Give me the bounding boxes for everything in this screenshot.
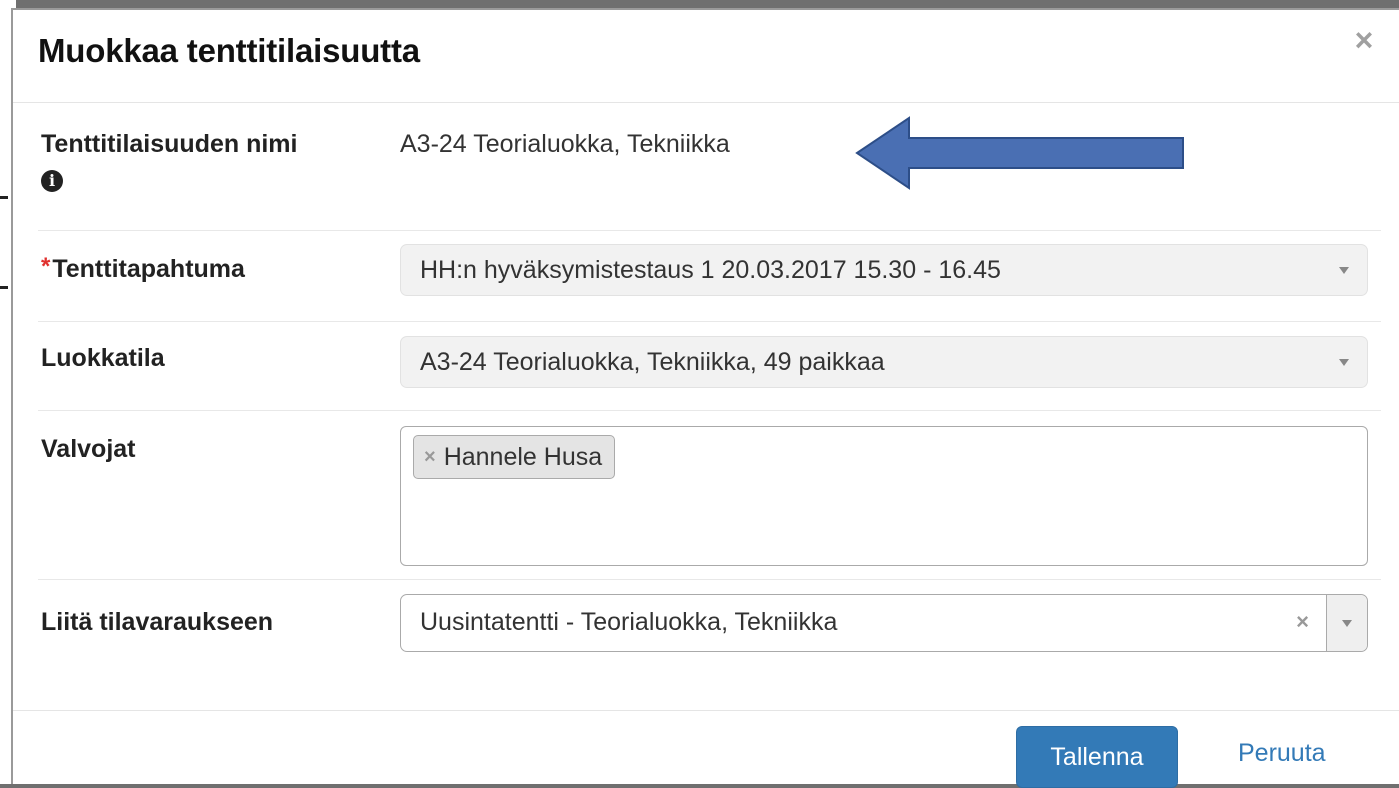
event-select[interactable]: HH:n hyväksymistestaus 1 20.03.2017 15.3… [400,244,1368,296]
modal-footer: Tallenna Peruuta [13,710,1399,788]
save-button[interactable]: Tallenna [1016,726,1178,788]
reservation-select-value: Uusintatentti - Teorialuokka, Tekniikka [420,608,838,636]
cancel-button[interactable]: Peruuta [1238,739,1326,768]
room-label: Luokkatila [41,344,165,372]
supervisor-tag: × Hannele Husa [413,435,616,479]
modal-header: Muokkaa tenttitilaisuutta × [13,10,1399,103]
form-row-event: *Tenttitapahtuma HH:n hyväksymistestaus … [38,231,1381,322]
dropdown-toggle[interactable] [1327,595,1367,651]
room-select-value: A3-24 Teorialuokka, Tekniikka, 49 paikka… [420,348,885,376]
event-select-value: HH:n hyväksymistestaus 1 20.03.2017 15.3… [420,256,1001,284]
reservation-select[interactable]: Uusintatentti - Teorialuokka, Tekniikka … [400,594,1368,652]
exam-session-name-value: A3-24 Teorialuokka, Tekniikka [400,130,730,158]
close-icon[interactable]: × [1347,20,1381,60]
form-row-reservation: Liitä tilavaraukseen Uusintatentti - Teo… [38,580,1381,710]
backdrop-mark [0,286,8,289]
form-row-supervisors: Valvojat × Hannele Husa [38,411,1381,580]
reservation-label: Liitä tilavaraukseen [41,608,274,636]
remove-tag-icon[interactable]: × [424,446,436,469]
supervisor-tag-name: Hannele Husa [443,442,603,471]
chevron-down-icon [1339,359,1349,366]
name-label: Tenttitilaisuuden nimi [41,130,298,158]
modal-title: Muokkaa tenttitilaisuutta [38,32,420,69]
room-select[interactable]: A3-24 Teorialuokka, Tekniikka, 49 paikka… [400,336,1368,388]
clear-selection-icon[interactable]: × [1296,609,1309,635]
info-icon[interactable]: i [41,170,63,192]
supervisors-label: Valvojat [41,435,136,463]
annotation-arrow-icon [855,116,1184,190]
backdrop-mark [0,196,8,199]
chevron-down-icon [1342,620,1352,627]
supervisors-multiselect[interactable]: × Hannele Husa [400,426,1368,566]
event-label: *Tenttitapahtuma [41,253,245,284]
required-marker: * [41,253,51,280]
edit-exam-session-dialog: Muokkaa tenttitilaisuutta × Tenttitilais… [11,8,1399,788]
chevron-down-icon [1339,267,1349,274]
form-row-room: Luokkatila A3-24 Teorialuokka, Tekniikka… [38,322,1381,411]
event-label-text: Tenttitapahtuma [52,255,245,283]
